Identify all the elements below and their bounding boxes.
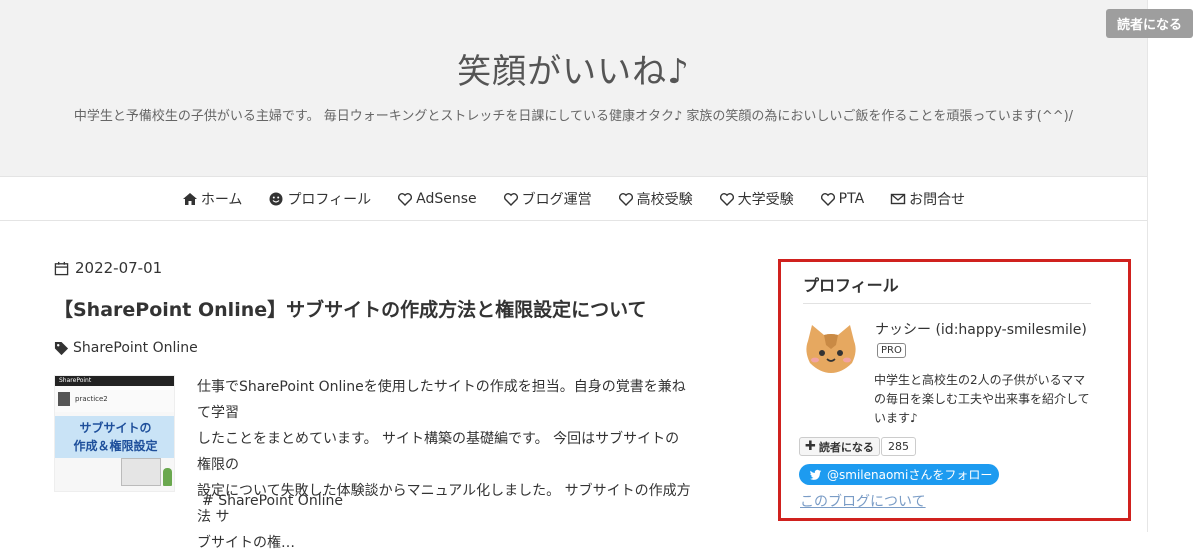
heart-icon: [820, 191, 836, 207]
thumbnail-plant-graphic: [163, 468, 172, 486]
reader-button[interactable]: 読者になる: [1106, 9, 1193, 38]
heart-icon: [618, 191, 634, 207]
thumbnail-banner: サブサイトの 作成＆権限設定: [55, 416, 174, 458]
nav-item-pta[interactable]: PTA: [820, 191, 864, 207]
nav-item-label: プロフィール: [287, 191, 372, 208]
excerpt-line: 仕事でSharePoint Onlineを使用したサイトの作成を担当。自身の覚書…: [197, 379, 686, 421]
heart-icon: [719, 191, 735, 207]
follow-reader-button[interactable]: ✚ 読者になる: [799, 437, 880, 456]
calendar-icon: [54, 261, 69, 275]
thumbnail-site-name: practice2: [55, 386, 174, 412]
site-description: 中学生と予備校生の子供がいる主婦です。 毎日ウォーキングとストレッチを日課にして…: [73, 109, 1074, 124]
profile-description-text: 中学生と高校生の2人の子供がいるママの毎日を楽しむ工夫や出来事を紹介しています♪: [874, 373, 1090, 425]
plus-icon: ✚: [805, 439, 816, 454]
profile-name[interactable]: ナッシー (id:happy-smilesmile): [875, 319, 1087, 339]
category-label: SharePoint Online: [73, 340, 198, 356]
mail-icon: [890, 191, 906, 207]
nav-item-label: AdSense: [416, 190, 477, 207]
follower-count: 285: [881, 437, 916, 456]
about-blog-link[interactable]: このブログについて: [800, 491, 926, 511]
tag-icon: [54, 341, 69, 355]
profile-heading: プロフィール: [803, 272, 1091, 304]
post-thumbnail[interactable]: SharePoint practice2 サブサイトの 作成＆権限設定: [54, 375, 175, 492]
nav-item-home[interactable]: ホーム: [182, 189, 243, 209]
nav-item-profile[interactable]: プロフィール: [268, 189, 371, 209]
nav-item-label: 大学受験: [737, 191, 794, 208]
home-icon: [182, 191, 198, 207]
page: 笑顔がいいね♪ 中学生と予備校生の子供がいる主婦です。 毎日ウォーキングとストレ…: [0, 0, 1147, 551]
post-hashtag[interactable]: # SharePoint Online: [202, 493, 343, 509]
thumbnail-header-text: SharePoint: [55, 376, 174, 386]
nav-item-label: ホーム: [200, 191, 243, 208]
nav-item-label: 高校受験: [636, 191, 693, 208]
nav-item-contact[interactable]: お問合せ: [890, 189, 965, 209]
thumbnail-device-graphic: [121, 458, 161, 486]
heart-icon: [503, 191, 519, 207]
thumbnail-banner-line2: 作成＆権限設定: [73, 439, 158, 453]
site-header: 笑顔がいいね♪ 中学生と予備校生の子供がいる主婦です。 毎日ウォーキングとストレ…: [0, 0, 1147, 176]
pro-badge: PRO: [877, 343, 906, 358]
follow-label: 読者になる: [818, 440, 874, 454]
profile-description: 中学生と高校生の2人の子供がいるママの毎日を楽しむ工夫や出来事を紹介しています♪: [800, 371, 1092, 428]
nav-item-highschool[interactable]: 高校受験: [618, 189, 693, 209]
twitter-follow-button[interactable]: @smilenaomiさんをフォロー: [799, 464, 999, 485]
nav-item-blog[interactable]: ブログ運営: [503, 189, 592, 209]
hashtag-label: SharePoint Online: [218, 493, 343, 509]
nav-item-university[interactable]: 大学受験: [719, 189, 794, 209]
twitter-bird-icon: [809, 469, 822, 480]
post-category[interactable]: SharePoint Online: [54, 340, 198, 356]
site-title[interactable]: 笑顔がいいね♪: [0, 44, 1147, 93]
post-date: 2022-07-01: [54, 259, 162, 277]
nav-item-label: PTA: [838, 190, 865, 207]
page-right-gutter: [1147, 0, 1200, 532]
heart-icon: [397, 191, 413, 207]
twitter-label: @smilenaomiさんをフォロー: [827, 468, 993, 482]
nav-item-label: ブログ運営: [521, 191, 592, 208]
post-excerpt: 仕事でSharePoint Onlineを使用したサイトの作成を担当。自身の覚書…: [197, 374, 692, 556]
thumbnail-banner-line1: サブサイトの: [79, 421, 152, 435]
global-nav: ホーム プロフィール AdSense ブログ運営 高校受験 大学受験 PTA お…: [0, 176, 1147, 221]
post-title[interactable]: 【SharePoint Online】サブサイトの作成方法と権限設定について: [54, 295, 647, 322]
post-date-text: 2022-07-01: [75, 259, 163, 277]
nav-item-adsense[interactable]: AdSense: [397, 191, 477, 207]
excerpt-line: したことをまとめています。 サイト構築の基礎編です。 今回はサブサイトの権限の: [197, 431, 680, 473]
nav-item-label: お問合せ: [909, 191, 966, 208]
excerpt-line: ブサイトの権…: [197, 535, 295, 551]
avatar[interactable]: [802, 323, 860, 375]
smile-icon: [268, 191, 284, 207]
